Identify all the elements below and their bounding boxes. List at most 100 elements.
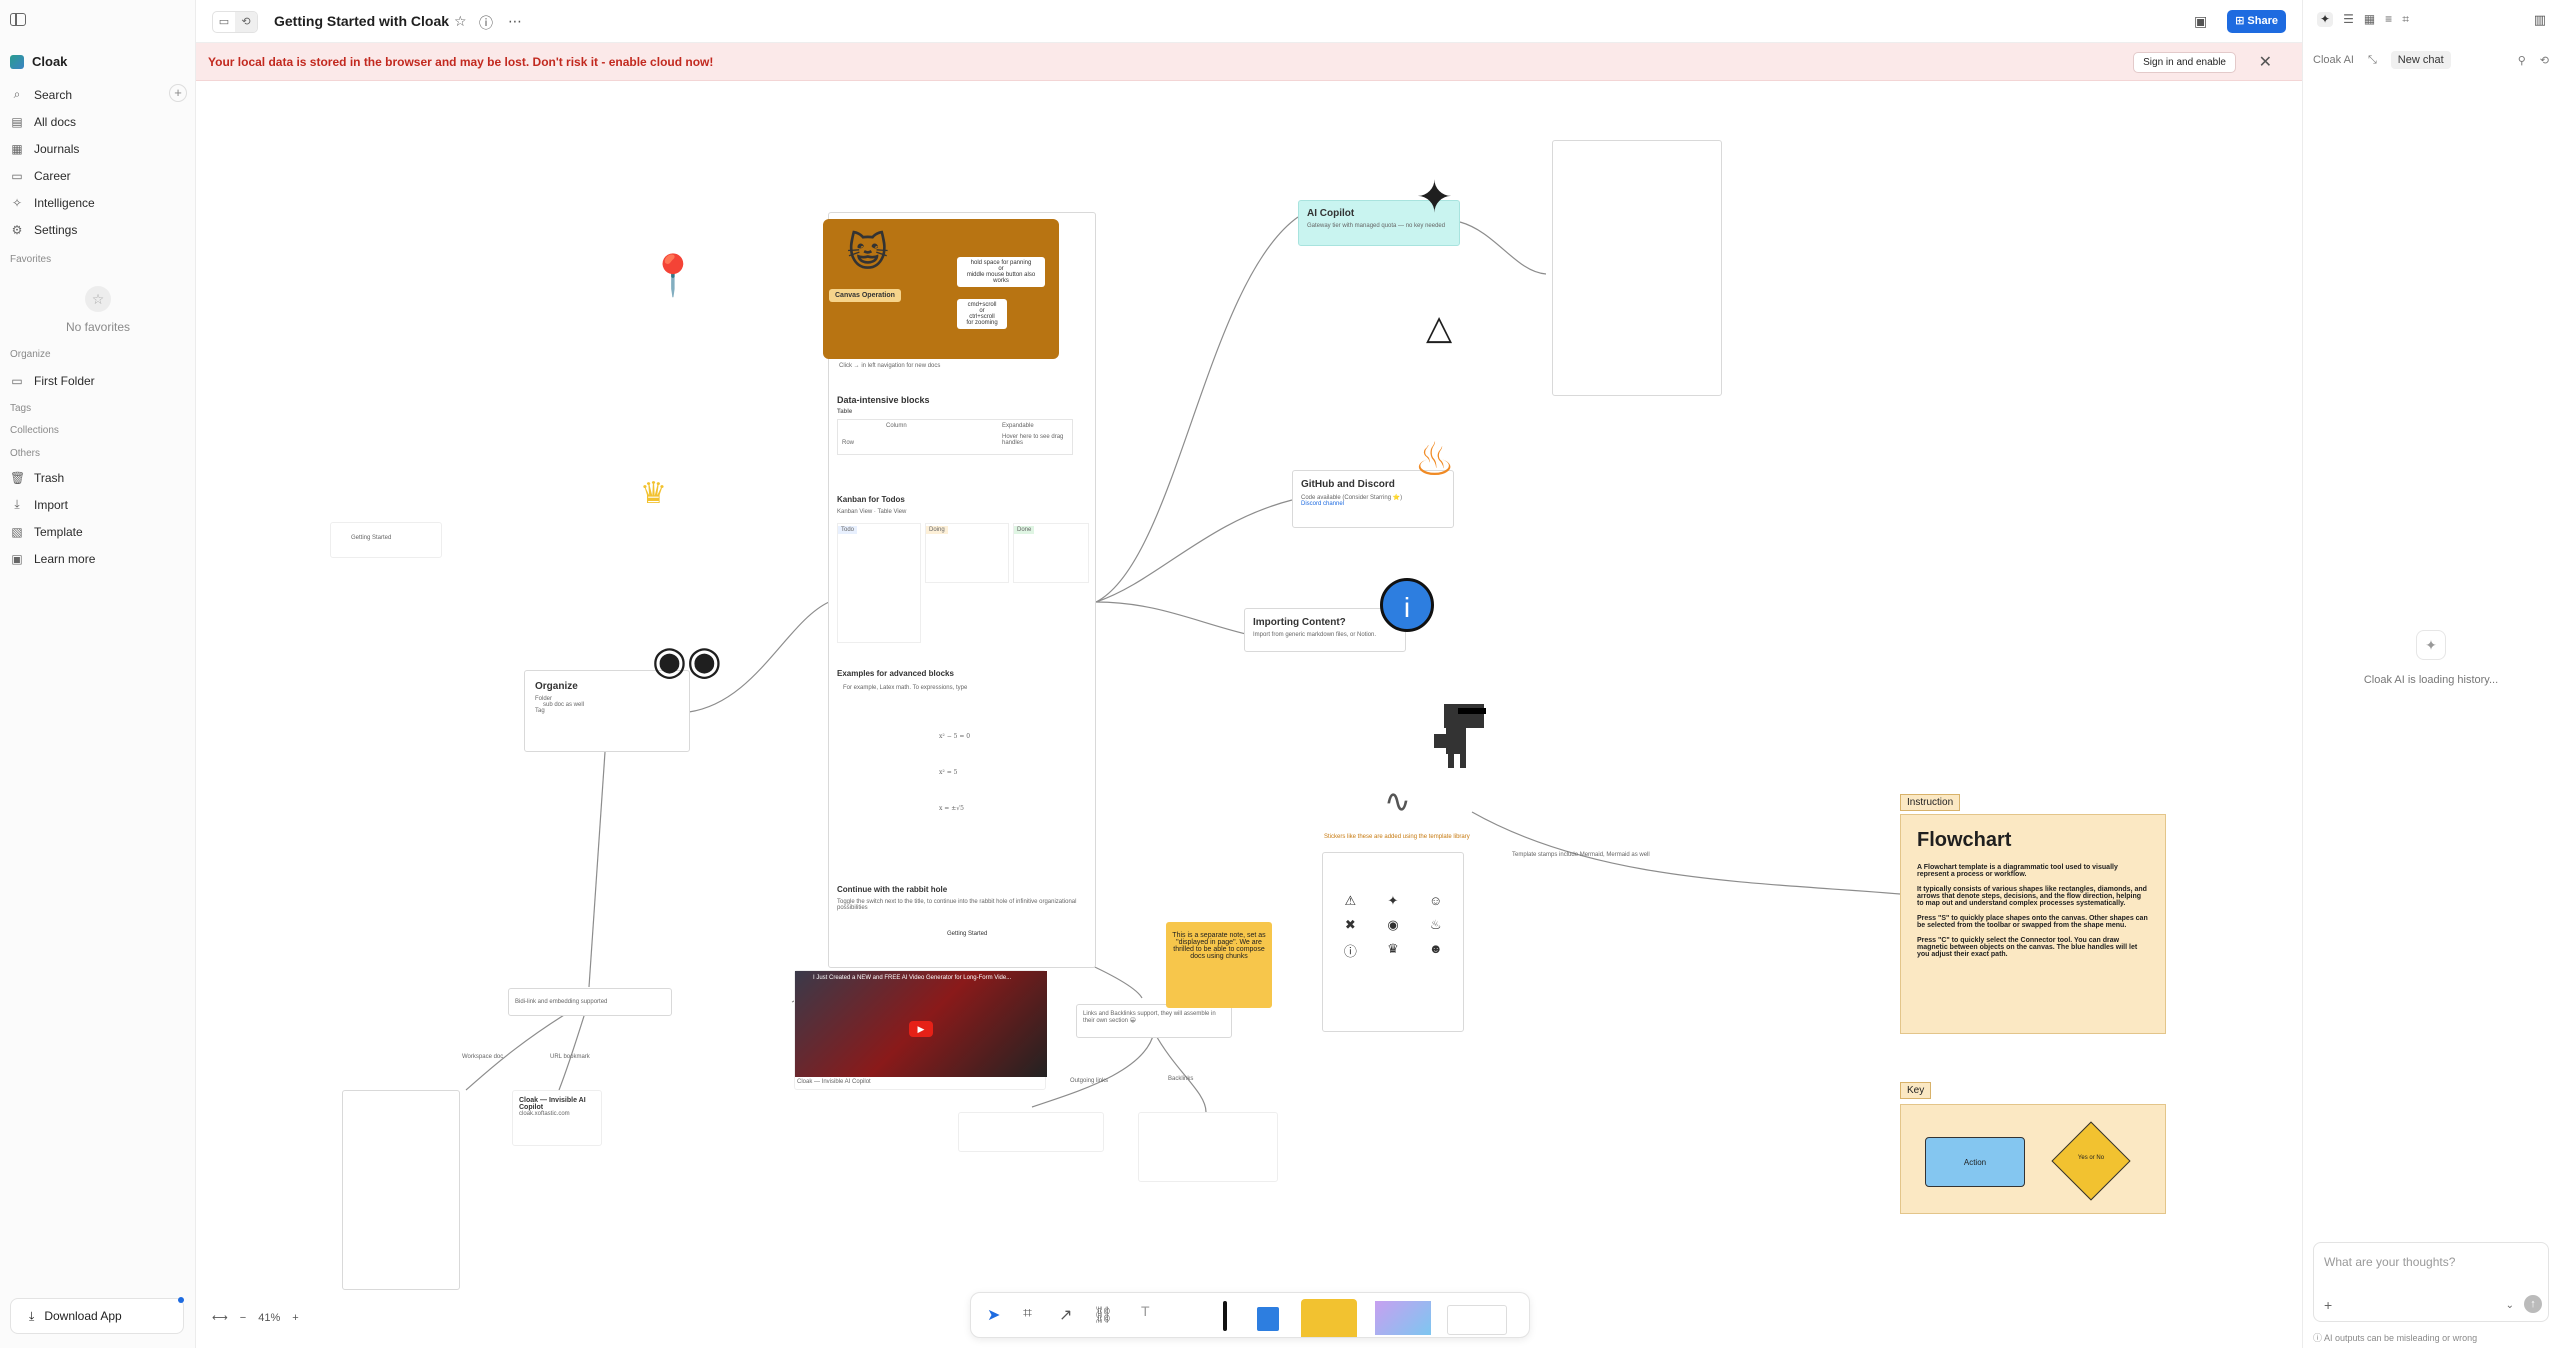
outgoing-links-list[interactable] bbox=[958, 1112, 1104, 1152]
data-table[interactable]: Column Expandable Row Hover here to see … bbox=[837, 419, 1073, 455]
cross-sticker-icon[interactable]: ✖ bbox=[1333, 917, 1368, 933]
ai-sparkle-icon[interactable]: ✦ bbox=[2317, 12, 2334, 27]
collections-section-label[interactable]: Collections bbox=[10, 425, 59, 436]
instruction-label[interactable]: Instruction bbox=[1900, 794, 1961, 811]
edgeless-mode-icon[interactable]: ⟲ bbox=[235, 12, 257, 32]
sidebar-item-trash[interactable]: 🗑 Trash bbox=[0, 464, 196, 491]
info-sticker-icon[interactable]: ⓘ bbox=[1333, 941, 1368, 960]
sidebar-toggle-icon[interactable] bbox=[10, 13, 26, 26]
sparkle-sticker-icon[interactable]: ✦ bbox=[1376, 893, 1411, 909]
kanban-view-tab[interactable]: Kanban View · Table View bbox=[837, 509, 906, 515]
info-sticker-icon[interactable]: i bbox=[1380, 578, 1434, 632]
doc-title[interactable]: Getting Started with Cloak bbox=[274, 13, 449, 29]
canvas-operation-card[interactable]: 😺 Canvas Operation hold space for pannin… bbox=[823, 219, 1059, 359]
sticky-note-tool-icon[interactable] bbox=[1301, 1299, 1357, 1337]
kanban-column[interactable]: Done bbox=[1013, 523, 1089, 583]
zoom-out-icon[interactable]: − bbox=[240, 1312, 246, 1324]
sidebar-item-template[interactable]: ▧ Template bbox=[0, 518, 196, 545]
more-options-icon[interactable]: ⋯ bbox=[508, 13, 522, 30]
kanban-column[interactable]: Doing bbox=[925, 523, 1009, 583]
linked-doc-reference[interactable]: Getting Started bbox=[947, 931, 987, 937]
eyes-sticker-icon[interactable]: ◉◉ bbox=[652, 638, 722, 684]
shapes-tool-icon[interactable] bbox=[1375, 1301, 1431, 1335]
dino-sticker-icon[interactable] bbox=[1424, 694, 1514, 784]
present-icon[interactable]: ▣ bbox=[2194, 13, 2207, 30]
organize-section-label[interactable]: Organize bbox=[10, 349, 51, 360]
share-button[interactable]: ⊞ Share bbox=[2227, 10, 2286, 33]
ai-chat-input[interactable]: What are your thoughts? + ⌄ ↑ bbox=[2313, 1242, 2549, 1322]
sidebar-item-first-folder[interactable]: ▭ First Folder bbox=[0, 367, 196, 394]
sidebar-item-career[interactable]: ▭ Career bbox=[0, 162, 196, 189]
pin-sticker-icon[interactable]: 📍 bbox=[648, 252, 698, 299]
bookmark-card[interactable]: Cloak — Invisible AI Copilot cloak.xoftas… bbox=[512, 1090, 602, 1146]
download-app-button[interactable]: ⤓ Download App bbox=[10, 1297, 184, 1334]
marker-tool-icon[interactable] bbox=[1257, 1307, 1279, 1331]
key-label[interactable]: Key bbox=[1900, 1082, 1932, 1099]
triangle-sticker-icon[interactable]: △ bbox=[1426, 308, 1452, 348]
mini-doc-thumbnail[interactable]: Getting Started bbox=[330, 522, 442, 558]
sidebar-item-all-docs[interactable]: ▤ All docs bbox=[0, 108, 196, 135]
tags-section-label[interactable]: Tags bbox=[10, 403, 31, 414]
connector-line[interactable] bbox=[1031, 1031, 1155, 1108]
card-item[interactable]: Discord channel bbox=[1301, 501, 1445, 507]
video-thumbnail[interactable]: I Just Created a NEW and FREE AI Video G… bbox=[795, 971, 1047, 1077]
mindmap-node-zooming[interactable]: cmd+scroll or ctrl+scroll for zooming bbox=[957, 299, 1007, 329]
bidi-link-card[interactable]: Bidi-link and embedding supported bbox=[508, 988, 672, 1016]
sidebar-item-intelligence[interactable]: ✧ Intelligence bbox=[0, 189, 196, 216]
spring-sticker-icon[interactable]: ∿ bbox=[1384, 782, 1411, 820]
smile-sticker-icon[interactable]: ☻ bbox=[1418, 941, 1453, 960]
sidebar-item-journals[interactable]: ▦ Journals bbox=[0, 135, 196, 162]
fit-to-screen-icon[interactable]: ⟷ bbox=[212, 1311, 228, 1324]
face-sticker-icon[interactable]: ☺ bbox=[1418, 893, 1453, 909]
sticker-picker[interactable]: ⚠ ✦ ☺ ✖ ◉ ♨ ⓘ ♛ ☻ bbox=[1322, 852, 1464, 1032]
select-tool-icon[interactable]: ➤ bbox=[987, 1305, 1000, 1325]
text-tool-icon[interactable]: T bbox=[1141, 1303, 1150, 1319]
sidebar-item-import[interactable]: ⤓ Import bbox=[0, 491, 196, 518]
connector-line[interactable] bbox=[1095, 499, 1293, 603]
connector-line[interactable] bbox=[1459, 221, 1547, 275]
history-icon[interactable]: ⟲ bbox=[2540, 54, 2549, 67]
workspace-switcher[interactable]: Cloak bbox=[10, 54, 67, 69]
favorite-star-icon[interactable]: ☆ bbox=[454, 13, 467, 30]
outline-icon[interactable]: ☰ bbox=[2343, 12, 2354, 27]
play-icon[interactable]: ▶ bbox=[909, 1021, 933, 1037]
close-icon[interactable]: ✕ bbox=[2259, 52, 2272, 72]
connector-line[interactable] bbox=[588, 751, 606, 988]
decision-shape[interactable] bbox=[2051, 1121, 2131, 1201]
getting-started-doc-block[interactable]: 😺 Canvas Operation hold space for pannin… bbox=[823, 212, 1096, 968]
attach-icon[interactable]: + bbox=[2324, 1297, 2332, 1313]
video-embed[interactable]: I Just Created a NEW and FREE AI Video G… bbox=[794, 970, 1047, 1090]
toc-icon[interactable]: ≡ bbox=[2385, 12, 2392, 27]
eyes-sticker-icon[interactable]: ◉ bbox=[1376, 917, 1411, 933]
new-chat-button[interactable]: New chat bbox=[2390, 51, 2451, 69]
sidebar-item-settings[interactable]: ⚙ Settings bbox=[0, 216, 196, 243]
link-tool-icon[interactable]: ⛓ bbox=[1093, 1305, 1113, 1325]
collapse-icon[interactable]: ⤡ bbox=[2368, 54, 2377, 67]
pin-icon[interactable]: ⚲ bbox=[2518, 54, 2526, 67]
sidebar-item-learn-more[interactable]: ▣ Learn more bbox=[0, 545, 196, 572]
connector-line[interactable] bbox=[1153, 1031, 1207, 1113]
zoom-in-icon[interactable]: + bbox=[292, 1312, 298, 1324]
send-icon[interactable]: ↑ bbox=[2524, 1295, 2542, 1313]
action-shape[interactable]: Action bbox=[1925, 1137, 2025, 1187]
warning-sticker-icon[interactable]: ⚠ bbox=[1333, 893, 1368, 909]
calendar-icon[interactable]: ▦ bbox=[2364, 12, 2375, 27]
sticky-note[interactable]: This is a separate note, set as "display… bbox=[1166, 922, 1272, 1008]
mode-switch[interactable]: ▭ ⟲ bbox=[212, 11, 258, 33]
mindmap-root[interactable]: Canvas Operation bbox=[829, 289, 901, 302]
model-dropdown-icon[interactable]: ⌄ bbox=[2506, 1300, 2514, 1311]
edgeless-canvas[interactable]: 😺 Canvas Operation hold space for pannin… bbox=[196, 82, 2302, 1348]
links-card[interactable]: Links and Backlinks support, they will a… bbox=[1076, 1004, 1232, 1038]
frames-icon[interactable]: ⌗ bbox=[2402, 12, 2409, 27]
page-mode-icon[interactable]: ▭ bbox=[213, 12, 235, 32]
kanban-column[interactable]: Todo bbox=[837, 523, 921, 643]
sparkle-sticker-icon[interactable]: ✦ bbox=[1416, 172, 1453, 223]
doc-info-icon[interactable]: ⓘ bbox=[479, 13, 493, 33]
zoom-level[interactable]: 41% bbox=[258, 1312, 280, 1324]
card-item[interactable]: Code available (Consider Starring ⭐) bbox=[1301, 494, 1445, 501]
crown-sticker-icon[interactable]: ♛ bbox=[640, 476, 667, 511]
pen-tool-icon[interactable] bbox=[1223, 1301, 1227, 1331]
flowchart-instruction-card[interactable]: Flowchart A Flowchart template is a diag… bbox=[1900, 814, 2166, 1034]
sidebar-item-search[interactable]: ⌕ Search bbox=[0, 81, 196, 108]
frame-tool-icon[interactable]: ⌗ bbox=[1023, 1305, 1032, 1323]
